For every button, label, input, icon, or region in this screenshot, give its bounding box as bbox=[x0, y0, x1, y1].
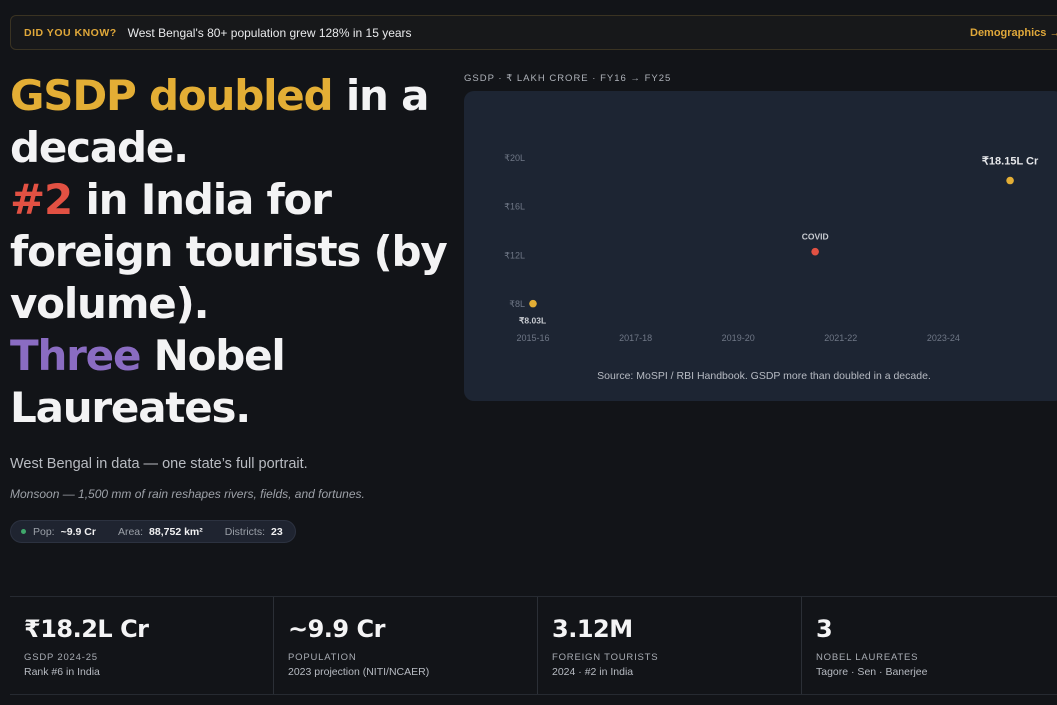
x-tick-label: 2019-20 bbox=[722, 333, 755, 343]
headline-accent-gsdp: GSDP doubled bbox=[10, 71, 334, 120]
area-label: Area: bbox=[117, 525, 144, 538]
metric-sub: Tagore · Sen · Banerjee bbox=[816, 666, 928, 678]
quick-stats-pill: Pop: ~9.9 Cr Area: 88,752 km² Districts:… bbox=[10, 520, 296, 543]
data-point bbox=[811, 247, 819, 256]
metric-sub: 2023 projection (NITI/NCAER) bbox=[288, 666, 430, 678]
data-point bbox=[1006, 176, 1014, 185]
banner-message: West Bengal's 80+ population grew 128% i… bbox=[127, 25, 412, 40]
data-label: ₹18.15L Cr bbox=[982, 156, 1039, 168]
metric-value: 3.12M bbox=[552, 615, 633, 643]
metric-label: POPULATION bbox=[288, 652, 357, 663]
banner-tag: DID YOU KNOW? bbox=[24, 26, 117, 39]
metric-label: NOBEL LAUREATES bbox=[816, 652, 919, 663]
hero-headline: GSDP doubled in a decade. #2 in India fo… bbox=[10, 70, 460, 434]
demographics-link[interactable]: Demographics → bbox=[970, 27, 1057, 39]
y-tick-label: ₹8L bbox=[509, 299, 525, 309]
metric-label: GSDP 2024-25 bbox=[24, 652, 98, 663]
data-label: COVID bbox=[802, 232, 829, 242]
headline-text: foreign tourists (by bbox=[10, 227, 448, 276]
pop-label: Pop: bbox=[33, 525, 55, 538]
x-tick-label: 2021-22 bbox=[824, 333, 857, 343]
y-tick-label: ₹12L bbox=[504, 250, 525, 260]
metric-value: 3 bbox=[816, 615, 833, 643]
metrics-row: ₹18.2L Cr GSDP 2024-25 Rank #6 in India … bbox=[10, 597, 1057, 694]
data-label: ₹8.03L bbox=[519, 316, 546, 326]
metric-value: ~9.9 Cr bbox=[288, 615, 385, 643]
headline-text: decade. bbox=[10, 123, 189, 172]
x-tick-label: 2017-18 bbox=[619, 333, 652, 343]
monsoon-note: Monsoon — 1,500 mm of rain reshapes rive… bbox=[10, 487, 365, 501]
metric-population: ~9.9 Cr POPULATION 2023 projection (NITI… bbox=[274, 597, 538, 694]
chart-title: GSDP · ₹ LAKH CRORE · FY16 → FY25 bbox=[464, 73, 672, 84]
did-you-know-banner: DID YOU KNOW? West Bengal's 80+ populati… bbox=[10, 15, 1057, 50]
headline-text: Laureates. bbox=[10, 383, 251, 432]
status-dot-icon bbox=[21, 529, 26, 534]
page-subtitle: West Bengal in data — one state’s full p… bbox=[10, 456, 308, 472]
y-tick-label: ₹16L bbox=[504, 202, 525, 212]
metric-foreign-tourists: 3.12M FOREIGN TOURISTS 2024 · #2 in Indi… bbox=[538, 597, 802, 694]
districts-value: 23 bbox=[271, 525, 283, 538]
districts-label: Districts: bbox=[224, 525, 266, 538]
gsdp-chart-card: ₹8L ₹12L ₹16L ₹20L 2015-16 2017-18 2019-20 2021… bbox=[464, 91, 1057, 401]
area-value: 88,752 km² bbox=[149, 525, 203, 538]
data-point bbox=[529, 299, 537, 308]
headline-text: in a bbox=[332, 71, 430, 120]
y-tick-label: ₹20L bbox=[504, 153, 525, 163]
chart-source: Source: MoSPI / RBI Handbook. GSDP more … bbox=[597, 370, 931, 382]
metric-label: FOREIGN TOURISTS bbox=[552, 652, 659, 663]
headline-accent-three: Three bbox=[10, 331, 141, 380]
x-tick-label: 2023-24 bbox=[927, 333, 960, 343]
gsdp-chart: ₹8L ₹12L ₹16L ₹20L 2015-16 2017-18 2019-20 2021… bbox=[504, 153, 1039, 343]
metric-value: ₹18.2L Cr bbox=[24, 615, 149, 643]
headline-text: volume). bbox=[10, 279, 210, 328]
divider bbox=[10, 694, 1057, 695]
metric-sub: 2024 · #2 in India bbox=[552, 666, 634, 678]
headline-accent-rank: #2 bbox=[10, 175, 73, 224]
metric-sub: Rank #6 in India bbox=[24, 666, 100, 678]
metric-nobel: 3 NOBEL LAUREATES Tagore · Sen · Banerje… bbox=[802, 597, 1057, 694]
x-tick-label: 2015-16 bbox=[516, 333, 549, 343]
pop-value: ~9.9 Cr bbox=[60, 525, 96, 538]
headline-text: in India for bbox=[72, 175, 332, 224]
metric-gsdp: ₹18.2L Cr GSDP 2024-25 Rank #6 in India bbox=[10, 597, 274, 694]
headline-text: Nobel bbox=[140, 331, 286, 380]
